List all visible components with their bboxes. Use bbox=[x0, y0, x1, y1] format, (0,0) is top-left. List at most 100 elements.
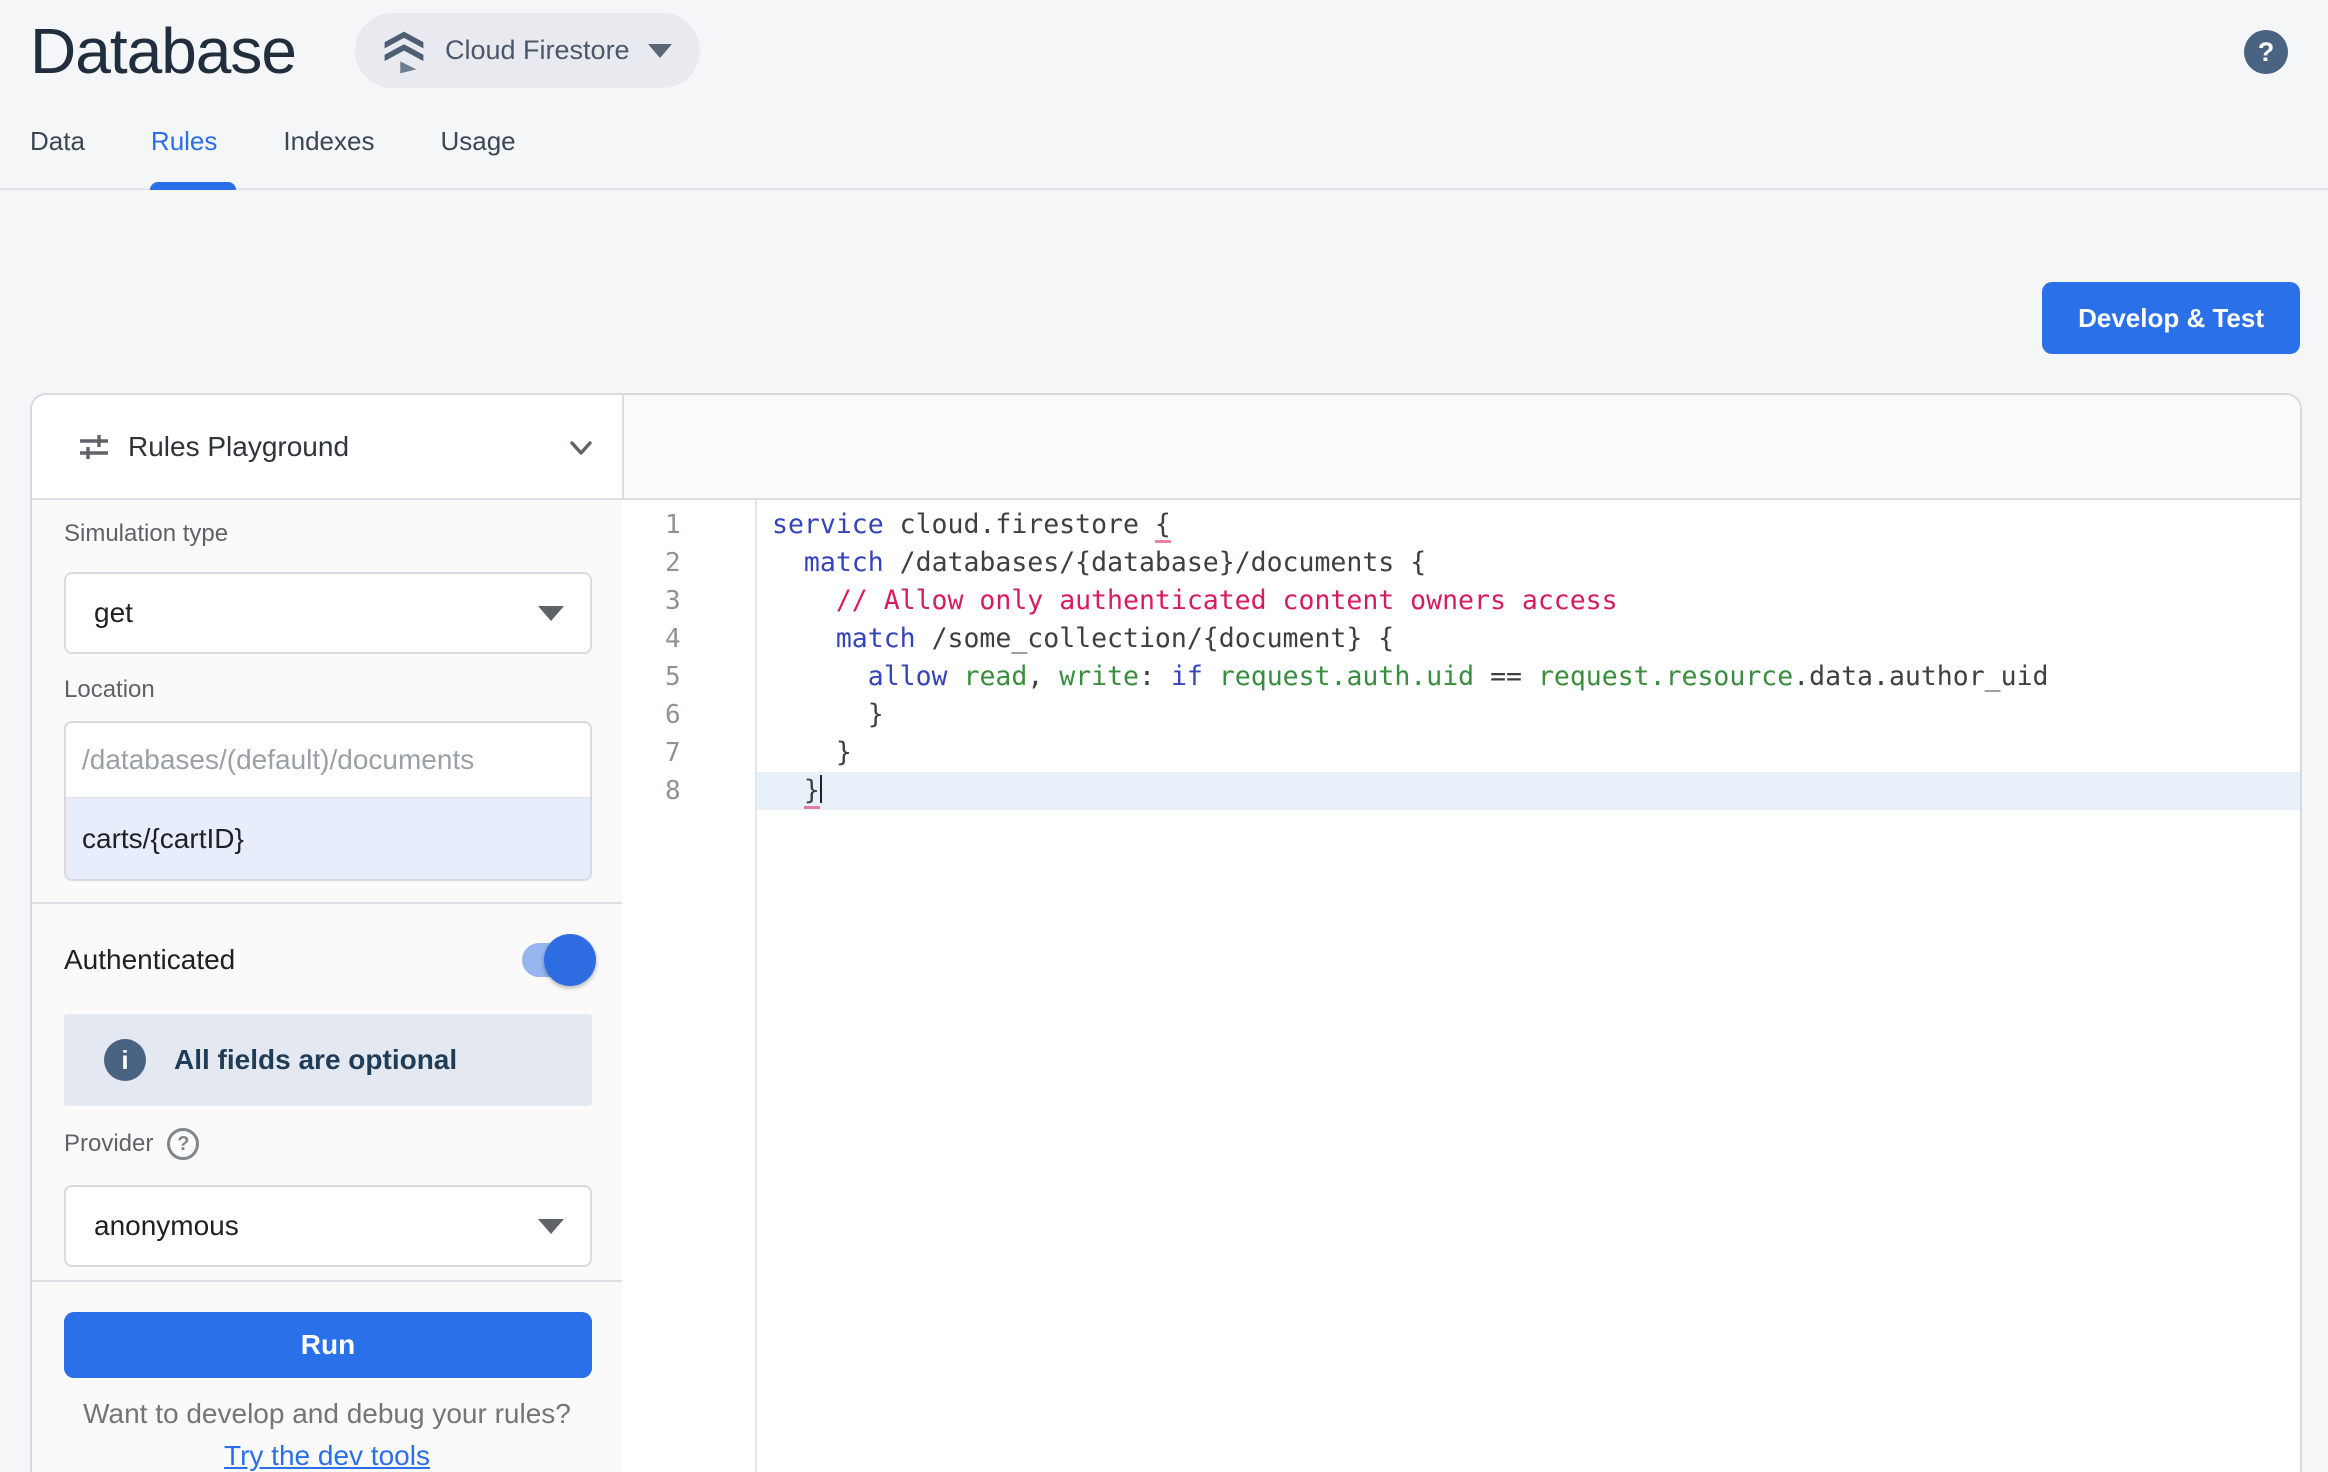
line-number: 3 bbox=[624, 582, 755, 620]
rules-code-editor[interactable]: 1service cloud.firestore {2 match /datab… bbox=[624, 500, 2300, 1472]
code-token bbox=[772, 661, 868, 692]
code-line[interactable]: 5 allow read, write: if request.auth.uid… bbox=[624, 658, 2300, 696]
line-number: 2 bbox=[624, 544, 755, 582]
code-token: // Allow only authenticated content owne… bbox=[836, 585, 1618, 616]
info-icon: i bbox=[104, 1039, 146, 1081]
code-token: request.auth.uid bbox=[1219, 661, 1474, 692]
page-title: Database bbox=[30, 14, 296, 88]
tab-bar: Data Rules Indexes Usage bbox=[30, 126, 516, 185]
simulation-type-label: Simulation type bbox=[64, 520, 228, 548]
card-header: Rules Playground bbox=[32, 395, 2300, 500]
rules-playground-title: Rules Playground bbox=[128, 431, 349, 463]
active-tab-indicator bbox=[150, 182, 236, 190]
code-line-source: } bbox=[755, 696, 2300, 734]
provider-select[interactable]: anonymous bbox=[64, 1185, 592, 1267]
code-line[interactable]: 7 } bbox=[624, 734, 2300, 772]
authenticated-row: Authenticated bbox=[64, 934, 592, 986]
code-line[interactable]: 1service cloud.firestore { bbox=[624, 506, 2300, 544]
code-token: /some_collection/{document} { bbox=[916, 623, 1395, 654]
gutter-divider bbox=[755, 500, 757, 1472]
simulation-type-select[interactable]: get bbox=[64, 572, 592, 654]
location-field[interactable]: /databases/(default)/documents carts/{ca… bbox=[64, 721, 592, 881]
rules-playground-header[interactable]: Rules Playground bbox=[32, 395, 622, 498]
tab-usage[interactable]: Usage bbox=[440, 126, 515, 185]
text-cursor bbox=[820, 775, 822, 803]
code-token: , bbox=[1027, 661, 1059, 692]
provider-value: anonymous bbox=[94, 1210, 239, 1242]
section-divider bbox=[32, 902, 622, 904]
code-line[interactable]: 4 match /some_collection/{document} { bbox=[624, 620, 2300, 658]
location-label: Location bbox=[64, 676, 155, 704]
code-line-source: // Allow only authenticated content owne… bbox=[755, 582, 2300, 620]
code-token: match bbox=[836, 623, 916, 654]
code-line[interactable]: 8 } bbox=[624, 772, 2300, 810]
code-line-source: } bbox=[755, 772, 2300, 810]
code-token: read bbox=[963, 661, 1027, 692]
code-token: allow bbox=[868, 661, 948, 692]
collapse-panel-icon[interactable] bbox=[562, 429, 600, 467]
rules-card: Rules Playground Simulation type get Loc… bbox=[30, 393, 2302, 1472]
provider-label: Provider bbox=[64, 1130, 153, 1158]
chevron-down-icon bbox=[648, 44, 672, 58]
dev-tools-prompt: Want to develop and debug your rules? bbox=[32, 1398, 622, 1430]
code-token: match bbox=[804, 547, 884, 578]
code-token: : bbox=[1139, 661, 1171, 692]
code-token: cloud.firestore bbox=[884, 509, 1155, 540]
tab-data[interactable]: Data bbox=[30, 126, 85, 185]
code-token: request.resource bbox=[1538, 661, 1793, 692]
help-button[interactable]: ? bbox=[2244, 30, 2288, 74]
code-token: == bbox=[1474, 661, 1538, 692]
code-line-source: match /databases/{database}/documents { bbox=[755, 544, 2300, 582]
toggle-knob bbox=[544, 934, 596, 986]
info-banner: i All fields are optional bbox=[64, 1014, 592, 1106]
top-bar: Database Cloud Firestore ? bbox=[0, 0, 2328, 100]
code-line[interactable]: 3 // Allow only authenticated content ow… bbox=[624, 582, 2300, 620]
dropdown-arrow-icon bbox=[538, 1219, 564, 1234]
code-token bbox=[772, 585, 836, 616]
code-line[interactable]: 6 } bbox=[624, 696, 2300, 734]
section-divider bbox=[32, 1280, 622, 1282]
location-input[interactable]: carts/{cartID} bbox=[66, 797, 590, 879]
code-token: .data.author_uid bbox=[1793, 661, 2048, 692]
tabs-divider bbox=[0, 188, 2328, 190]
develop-and-test-button[interactable]: Develop & Test bbox=[2042, 282, 2300, 354]
location-placeholder: /databases/(default)/documents bbox=[66, 723, 590, 797]
code-line-source: service cloud.firestore { bbox=[755, 506, 2300, 544]
code-line-source: } bbox=[755, 734, 2300, 772]
run-button[interactable]: Run bbox=[64, 1312, 592, 1378]
code-line[interactable]: 2 match /databases/{database}/documents … bbox=[624, 544, 2300, 582]
line-number: 4 bbox=[624, 620, 755, 658]
provider-label-row: Provider ? bbox=[64, 1128, 199, 1160]
dropdown-arrow-icon bbox=[538, 606, 564, 621]
code-token: if bbox=[1171, 661, 1203, 692]
tab-rules[interactable]: Rules bbox=[151, 126, 217, 185]
tab-indexes[interactable]: Indexes bbox=[283, 126, 374, 185]
code-token: } bbox=[772, 699, 884, 730]
code-token bbox=[772, 775, 804, 806]
info-message: All fields are optional bbox=[174, 1044, 457, 1076]
authenticated-label: Authenticated bbox=[64, 944, 235, 976]
line-number: 6 bbox=[624, 696, 755, 734]
code-token: } bbox=[772, 737, 852, 768]
product-switcher-label: Cloud Firestore bbox=[445, 35, 630, 66]
dev-tools-link[interactable]: Try the dev tools bbox=[224, 1440, 430, 1471]
line-number: 7 bbox=[624, 734, 755, 772]
code-token bbox=[1203, 661, 1219, 692]
rules-playground-panel: Simulation type get Location /databases/… bbox=[32, 500, 622, 1472]
code-token: } bbox=[804, 775, 820, 809]
code-line-source: match /some_collection/{document} { bbox=[755, 620, 2300, 658]
simulation-type-value: get bbox=[94, 597, 133, 629]
product-switcher-chip[interactable]: Cloud Firestore bbox=[355, 13, 700, 88]
dev-tools-link-row: Try the dev tools bbox=[32, 1440, 622, 1472]
code-token bbox=[948, 661, 964, 692]
tune-icon bbox=[76, 429, 112, 465]
provider-help-icon[interactable]: ? bbox=[167, 1128, 199, 1160]
line-number: 8 bbox=[624, 772, 755, 810]
line-number: 5 bbox=[624, 658, 755, 696]
code-line-source: allow read, write: if request.auth.uid =… bbox=[755, 658, 2300, 696]
code-area[interactable]: 1service cloud.firestore {2 match /datab… bbox=[624, 500, 2300, 1472]
question-mark-icon: ? bbox=[2258, 37, 2275, 67]
code-token: service bbox=[772, 509, 884, 540]
firestore-icon bbox=[381, 28, 427, 74]
authenticated-toggle[interactable] bbox=[522, 942, 592, 978]
